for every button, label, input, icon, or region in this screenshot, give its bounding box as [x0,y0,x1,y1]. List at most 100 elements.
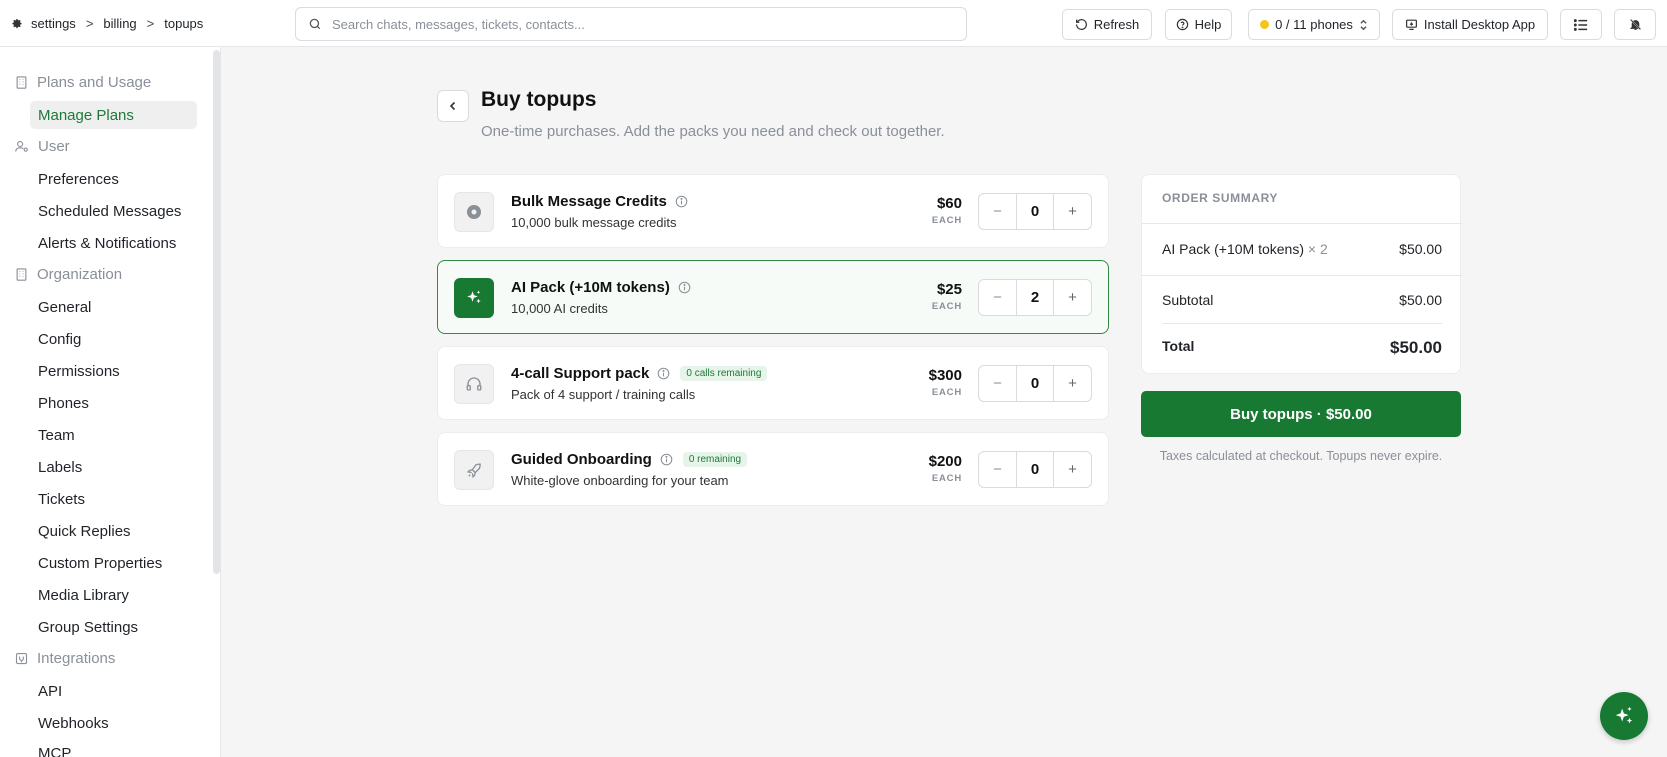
sidebar-section-label: Organization [37,265,123,283]
sidebar-item-alerts-notifications[interactable]: Alerts & Notifications [30,229,197,257]
sidebar-item-label: General [38,298,92,316]
sidebar-item-label: Manage Plans [38,106,134,124]
sidebar-item-phones[interactable]: Phones [30,389,197,417]
info-icon[interactable] [675,195,688,208]
search-input[interactable] [332,16,932,32]
sidebar-item-permissions[interactable]: Permissions [30,357,197,385]
sidebar-item-label: Labels [38,458,83,476]
increment-button[interactable]: + [1054,452,1091,487]
breadcrumb-topups: topups [164,16,204,31]
info-icon[interactable] [657,367,670,380]
product-title: 4-call Support pack 0 calls remaining [511,365,768,382]
phone-status-dot [1260,20,1270,29]
decrement-button[interactable]: − [979,280,1016,315]
buy-topups-button[interactable]: Buy topups · $50.00 [1141,391,1461,437]
decrement-button[interactable]: − [979,194,1016,229]
help-button[interactable]: Help [1165,9,1232,40]
sidebar-item-labels[interactable]: Labels [30,453,197,481]
sidebar-item-manage-plans[interactable]: Manage Plans [30,101,197,129]
quantity-stepper: − 0 + [978,365,1092,402]
sidebar-item-tickets[interactable]: Tickets [30,485,197,513]
sidebar-item-scheduled-messages[interactable]: Scheduled Messages [30,197,197,225]
phones-label: 0 / 11 phones [1275,17,1353,32]
decrement-button[interactable]: − [979,452,1016,487]
back-button[interactable] [437,90,469,122]
product-description: 10,000 AI credits [511,301,608,316]
quantity-value[interactable]: 0 [1016,194,1054,229]
refresh-button[interactable]: Refresh [1062,9,1152,40]
product-card-support-pack: 4-call Support pack 0 calls remaining Pa… [437,346,1109,420]
sidebar-item-label: Webhooks [38,714,109,732]
sidebar-item-label: Media Library [38,586,129,604]
sidebar-item-quick-replies[interactable]: Quick Replies [30,517,197,545]
breadcrumb-separator: > [146,16,155,31]
page-subtitle: One-time purchases. Add the packs you ne… [481,123,945,140]
building-icon [16,267,27,281]
decrement-button[interactable]: − [979,366,1016,401]
ai-assistant-button[interactable] [1600,692,1648,740]
product-name: 4-call Support pack [511,365,650,382]
circle-dot-icon [454,192,494,232]
breadcrumb-settings[interactable]: settings [31,16,76,31]
increment-button[interactable]: + [1054,194,1091,229]
breadcrumb: settings > billing > topups [10,0,203,47]
product-card-bulk-message-credits: Bulk Message Credits 10,000 bulk message… [437,174,1109,248]
notifications-button[interactable] [1614,9,1656,40]
sidebar-item-label: Team [38,426,75,444]
plug-icon [15,652,28,664]
sidebar-item-team[interactable]: Team [30,421,197,449]
sidebar-scrollbar[interactable] [213,50,220,574]
product-name: Bulk Message Credits [511,193,667,210]
product-price: $25 EACH [932,281,962,312]
quantity-value[interactable]: 2 [1016,280,1054,315]
sidebar-item-config[interactable]: Config [30,325,197,353]
sidebar-item-label: Quick Replies [38,522,131,540]
sidebar-item-api[interactable]: API [30,677,197,705]
sidebar-section-user: User [14,135,70,157]
phones-selector[interactable]: 0 / 11 phones [1248,9,1380,40]
product-title: AI Pack (+10M tokens) [511,279,691,296]
summary-line-item: AI Pack (+10M tokens) × 2 $50.00 [1162,241,1442,257]
sidebar-item-label: Permissions [38,362,120,380]
top-bar: settings > billing > topups Refresh Help… [0,0,1667,47]
sidebar-item-label: Phones [38,394,89,412]
sidebar-item-label: MCP [38,744,72,757]
sparkles-icon [454,278,494,318]
building-icon [16,75,27,89]
increment-button[interactable]: + [1054,366,1091,401]
install-desktop-app-button[interactable]: Install Desktop App [1392,9,1548,40]
product-description: 10,000 bulk message credits [511,215,677,230]
rocket-icon [454,450,494,490]
chevron-updown-icon [1360,19,1367,30]
order-summary: ORDER SUMMARY AI Pack (+10M tokens) × 2 … [1141,174,1462,374]
price-amount: $200 [928,453,962,470]
list-view-button[interactable] [1560,9,1602,40]
sidebar-section-label: Plans and Usage [37,73,152,91]
sidebar-section-label: User [38,137,70,155]
sidebar-item-general[interactable]: General [30,293,197,321]
quantity-value[interactable]: 0 [1016,452,1054,487]
sidebar-item-mcp[interactable]: MCP [30,739,197,757]
sidebar-item-group-settings[interactable]: Group Settings [30,613,197,641]
total-row: Total $50.00 [1162,338,1442,358]
product-price: $60 EACH [932,195,962,226]
info-icon[interactable] [678,281,691,294]
info-icon[interactable] [660,453,673,466]
sidebar-item-webhooks[interactable]: Webhooks [30,709,197,737]
search-box[interactable] [295,7,967,41]
install-label: Install Desktop App [1423,17,1536,32]
breadcrumb-billing[interactable]: billing [103,16,136,31]
sidebar-item-custom-properties[interactable]: Custom Properties [30,549,197,577]
refresh-label: Refresh [1093,17,1140,32]
divider [1162,323,1442,324]
list-icon [1574,18,1588,31]
gear-icon [10,17,24,31]
refresh-icon [1075,19,1087,30]
quantity-value[interactable]: 0 [1016,366,1054,401]
sidebar-item-media-library[interactable]: Media Library [30,581,197,609]
increment-button[interactable]: + [1054,280,1091,315]
search-icon [308,17,322,31]
sidebar-section-organization: Organization [14,263,122,285]
divider [1142,275,1462,276]
sidebar-item-preferences[interactable]: Preferences [30,165,197,193]
